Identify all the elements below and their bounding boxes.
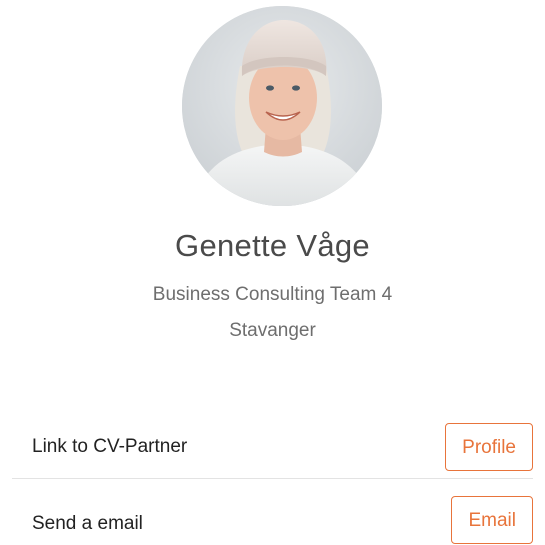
cv-partner-row: Link to CV-Partner Profile [12, 416, 533, 479]
profile-team: Business Consulting Team 4 [152, 284, 393, 305]
email-button[interactable]: Email [451, 496, 533, 544]
avatar-photo [182, 6, 382, 206]
send-email-label: Send a email [32, 513, 143, 534]
profile-button[interactable]: Profile [445, 423, 533, 471]
profile-location: Stavanger [229, 320, 316, 341]
profile-name: Genette Våge [175, 228, 370, 263]
cv-partner-label: Link to CV-Partner [32, 436, 188, 457]
profile-avatar [182, 6, 382, 206]
send-email-row: Send a email Email [12, 480, 533, 544]
